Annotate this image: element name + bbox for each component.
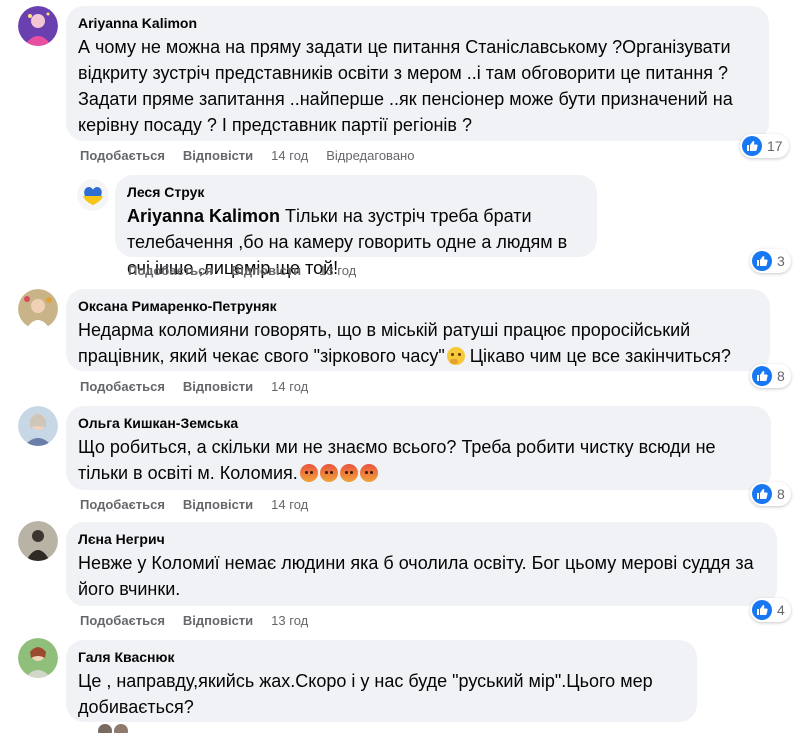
timestamp[interactable]: 14 год	[271, 379, 308, 394]
like-icon	[752, 366, 772, 386]
comment-text: Що робиться, а скільки ми не знаємо всьо…	[78, 434, 759, 486]
avatar[interactable]	[18, 6, 58, 46]
like-button[interactable]: Подобається	[80, 613, 165, 628]
reply-button[interactable]: Відповісти	[231, 263, 301, 278]
comment-bubble: Галя Кваснюк Це , направду,якийсь жах.Ск…	[66, 640, 697, 722]
comment-text: Недарма коломияни говорять, що в міській…	[78, 317, 758, 369]
like-icon	[752, 484, 772, 504]
angry-emoji	[359, 464, 378, 482]
reaction-number: 8	[777, 368, 785, 384]
comment-bubble: Лєна Негрич Невже у Коломиї немає людини…	[66, 522, 777, 606]
avatar[interactable]	[18, 289, 58, 329]
comment-actions: Подобається Відповісти 13 год	[80, 612, 326, 630]
reaction-count[interactable]: 3	[750, 249, 791, 273]
reaction-number: 8	[777, 486, 785, 502]
avatar[interactable]	[18, 406, 58, 446]
reaction-count[interactable]: 8	[750, 364, 791, 388]
comment-author[interactable]: Ariyanna Kalimon	[78, 14, 757, 32]
reply-button[interactable]: Відповісти	[183, 613, 253, 628]
reply-button[interactable]: Відповісти	[183, 497, 253, 512]
timestamp[interactable]: 14 год	[271, 148, 308, 163]
reaction-count[interactable]: 8	[750, 482, 791, 506]
like-button[interactable]: Подобається	[128, 263, 213, 278]
like-button[interactable]: Подобається	[80, 379, 165, 394]
comment-bubble: Леся Струк Ariyanna Kalimon Тільки на зу…	[115, 175, 597, 278]
thinking-emoji	[446, 347, 465, 365]
edited-label[interactable]: Відредаговано	[326, 148, 414, 163]
avatar[interactable]	[18, 521, 58, 561]
angry-emoji	[319, 464, 338, 482]
reaction-number: 4	[777, 602, 785, 618]
angry-emoji	[339, 464, 358, 482]
reply-button[interactable]: Відповісти	[183, 379, 253, 394]
reply-button[interactable]: Відповісти	[183, 148, 253, 163]
like-icon	[742, 136, 762, 156]
comment-actions: Подобається Відповісти 14 год Відредаговано	[80, 147, 432, 165]
avatar[interactable]	[18, 638, 58, 678]
like-icon	[752, 600, 772, 620]
comment-text-part: Цікаво чим це все закінчиться?	[464, 346, 731, 366]
comment-author[interactable]: Леся Струк	[127, 183, 585, 201]
reaction-number: 3	[777, 253, 785, 269]
comment-text-part: Що робиться, а скільки ми не знаємо всьо…	[78, 437, 716, 483]
reaction-number: 17	[767, 138, 783, 154]
timestamp[interactable]: 13 год	[319, 263, 356, 278]
reaction-count[interactable]: 17	[740, 134, 789, 158]
comment-text: Це , направду,якийсь жах.Скоро і у нас б…	[78, 671, 653, 717]
comment-author[interactable]: Лєна Негрич	[78, 530, 765, 548]
like-button[interactable]: Подобається	[80, 148, 165, 163]
like-button[interactable]: Подобається	[80, 497, 165, 512]
comment-actions: Подобається Відповісти 14 год	[80, 378, 326, 396]
comment-text: А чому не можна на пряму задати це питан…	[78, 37, 733, 135]
reaction-avatars-partial	[98, 724, 134, 733]
reaction-count[interactable]: 4	[750, 598, 791, 622]
comment-actions: Подобається Відповісти 13 год	[128, 262, 374, 280]
comment-author[interactable]: Галя Кваснюк	[78, 648, 685, 666]
comment-author[interactable]: Оксана Римаренко-Петруняк	[78, 297, 758, 315]
comment-text: Невже у Коломиї немає людини яка б очоли…	[78, 553, 754, 599]
comment-bubble: Ariyanna Kalimon А чому не можна на прям…	[66, 6, 769, 141]
angry-emoji	[299, 464, 318, 482]
comment-author[interactable]: Ольга Кишкан-Земська	[78, 414, 759, 432]
timestamp[interactable]: 14 год	[271, 497, 308, 512]
like-icon	[752, 251, 772, 271]
comment-actions: Подобається Відповісти 14 год	[80, 496, 326, 514]
mention-link[interactable]: Ariyanna Kalimon	[127, 206, 280, 226]
comment-bubble: Оксана Римаренко-Петруняк Недарма коломи…	[66, 289, 770, 371]
comment-bubble: Ольга Кишкан-Земська Що робиться, а скіл…	[66, 406, 771, 490]
timestamp[interactable]: 13 год	[271, 613, 308, 628]
avatar[interactable]	[77, 179, 109, 211]
